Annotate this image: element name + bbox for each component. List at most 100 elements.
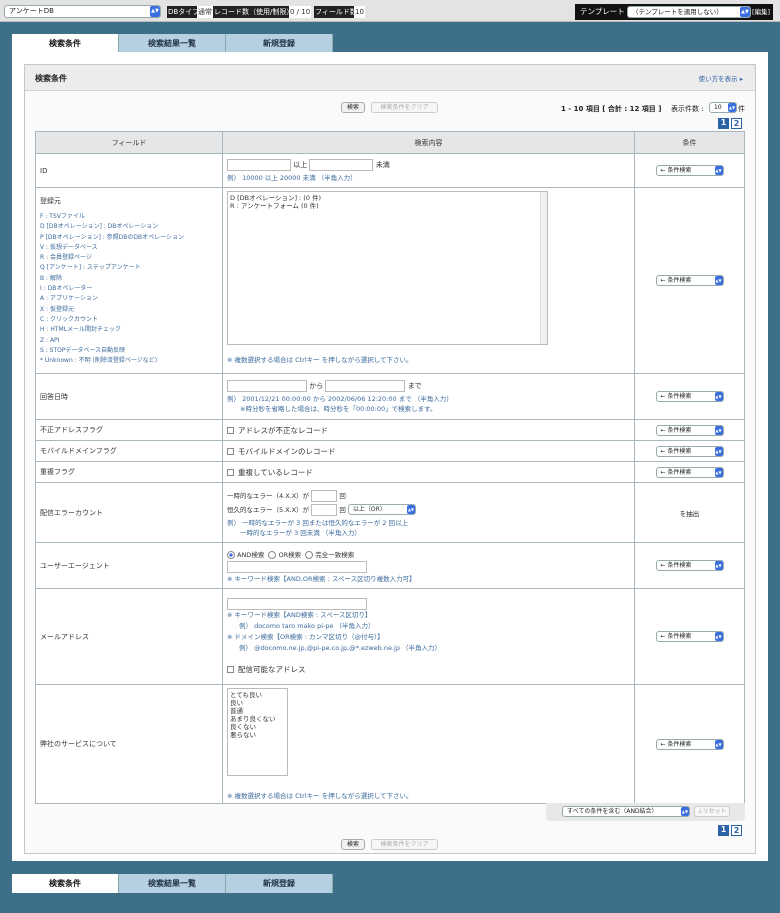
field-label-service: 弊社のサービスについて [35, 684, 223, 804]
condition-select[interactable]: ← 条件検索 ▲▼ [655, 275, 724, 286]
condition-select-value: ← 条件検索 [660, 468, 692, 476]
search-table: フィールド 検索内容 条件 ID 以上 未満 例） 10000 以上 20000… [35, 131, 745, 804]
help-link[interactable]: 使い方を表示 ▸ [699, 73, 743, 83]
service-option-4[interactable]: 良くない [230, 723, 285, 731]
display-count-select[interactable]: 10 ▲▼ [709, 102, 737, 113]
date-example: 例） 2001/12/21 00:00:00 から 2002/06/06 12:… [227, 395, 453, 403]
source-legend-6: B : 解除 [40, 274, 62, 282]
chevron-down-icon: ▲▼ [714, 561, 723, 570]
source-legend-2: P [DBオペレーション] : 参照DBのDBオペレーション [40, 233, 185, 241]
source-option-1[interactable]: R : アンケートフォーム (0 件) [230, 202, 545, 210]
source-option-0[interactable]: D [DBオペレーション] : (0 件) [230, 194, 545, 202]
duplicate-checkbox[interactable] [227, 469, 234, 476]
deliverable-address-checkbox[interactable] [227, 666, 234, 673]
search-button-bottom[interactable]: 検索 [341, 839, 365, 850]
database-select[interactable]: アンケートDB ▲▼ [4, 5, 161, 18]
and-search-radio[interactable] [227, 550, 235, 559]
record-count-value: 0 / 10 [289, 6, 312, 18]
id-from-input[interactable] [227, 159, 291, 171]
date-from-input[interactable] [227, 380, 307, 392]
duplicate-checkbox-label: 重複しているレコード [238, 467, 313, 477]
field-label-mobile-domain: モバイルドメインフラグ [35, 440, 223, 462]
page-2[interactable]: 2 [731, 118, 742, 129]
listbox-scrollbar[interactable] [540, 192, 547, 344]
condition-select-value: ← 条件検索 [660, 277, 692, 284]
condition-select[interactable]: ← 条件検索 ▲▼ [655, 391, 724, 402]
chevron-down-icon: ▲▼ [714, 392, 723, 401]
mail-example-1: 例） docomo taro mako pi-pe （半角入力） [239, 621, 375, 630]
template-edit-link[interactable]: [編集] [752, 6, 770, 18]
field-count-value: 10 [354, 6, 365, 18]
template-box: テンプレート （テンプレートを適用しない） ▲▼ [編集] [575, 4, 773, 20]
bounce-perm-input[interactable] [311, 503, 338, 516]
chevron-down-icon: ▲▼ [714, 276, 723, 285]
search-button[interactable]: 検索 [341, 102, 365, 113]
page-2-bottom[interactable]: 2 [731, 825, 742, 836]
tab-search-conditions[interactable]: 検索条件 [12, 34, 119, 53]
source-legend-1: D [DBオペレーション] : DBオペレーション [40, 223, 159, 231]
exact-match-radio[interactable] [305, 550, 314, 559]
service-option-1[interactable]: 良い [230, 699, 285, 707]
user-agent-input[interactable] [227, 560, 367, 573]
service-listbox[interactable]: とても良い 良い 普通 あまり良くない 良くない 悪らない [227, 688, 288, 776]
bounce-operator-select[interactable]: 以上（OR） ▲▼ [347, 504, 416, 515]
page-1-bottom[interactable]: 1 [718, 825, 729, 836]
id-to-input[interactable] [309, 159, 374, 171]
source-listbox[interactable]: D [DBオペレーション] : (0 件) R : アンケートフォーム (0 件… [227, 191, 548, 345]
reset-button[interactable]: ↓リセット [694, 806, 730, 817]
field-label-bounce: 配信エラーカウント [35, 482, 223, 543]
template-label: テンプレート [580, 7, 625, 16]
condition-select[interactable]: ← 条件検索 ▲▼ [655, 165, 724, 176]
date-to-input[interactable] [325, 380, 406, 392]
match-mode-select[interactable]: すべての条件を含む（AND結合） ▲▼ [562, 806, 690, 817]
chevron-down-icon: ▲▼ [714, 166, 723, 175]
panel-title: 検索条件 [35, 74, 67, 83]
source-legend-12: Z : API [40, 336, 60, 344]
chevron-down-icon: ▲▼ [714, 467, 723, 477]
match-mode-value: すべての条件を含む（AND結合） [567, 808, 658, 815]
condition-select-value: ← 条件検索 [660, 562, 692, 569]
or-search-label: OR検索 [278, 550, 302, 559]
mail-address-input[interactable] [227, 597, 367, 610]
table-row: モバイルドメインフラグ モバイルドメインのレコード ← 条件検索 ▲▼ [35, 440, 745, 462]
bottom-tabs: 検索条件 検索結果一覧 新規登録 [12, 874, 333, 893]
condition-select[interactable]: ← 条件検索 ▲▼ [655, 424, 724, 436]
tab-search-results[interactable]: 検索結果一覧 [119, 34, 226, 53]
bounce-example-1: 例） 一時的なエラーが 3 回または恒久的なエラーが 2 回以上 [227, 518, 409, 527]
pager-summary: 1 - 10 項目 [ 合計 : 12 項目 ] [561, 105, 662, 113]
field-label-invalid-address: 不正アドレスフラグ [35, 419, 223, 441]
chevron-down-icon: ▲▼ [406, 505, 415, 514]
or-search-radio[interactable] [268, 550, 277, 559]
source-legend-13: S : STOPデータベース自動反映 [40, 346, 126, 354]
tab-new-record-bottom[interactable]: 新規登録 [226, 874, 333, 893]
condition-select[interactable]: ← 条件検索 ▲▼ [655, 466, 724, 478]
condition-select[interactable]: ← 条件検索 ▲▼ [655, 560, 724, 571]
clear-button-bottom[interactable]: 検索条件をクリア [371, 839, 438, 850]
invalid-address-checkbox[interactable] [227, 427, 234, 434]
clear-button[interactable]: 検索条件をクリア [371, 102, 438, 113]
chevron-down-icon: ▲▼ [681, 807, 689, 816]
condition-select[interactable]: ← 条件検索 ▲▼ [655, 445, 724, 457]
header-condition: 条件 [634, 131, 745, 154]
db-type-label: DBタイプ [167, 6, 201, 18]
source-legend-14: * Unknown : 不明 (削除済登録ページなど) [40, 357, 158, 365]
condition-select[interactable]: ← 条件検索 ▲▼ [655, 631, 724, 642]
tab-search-conditions-bottom[interactable]: 検索条件 [12, 874, 119, 893]
service-option-2[interactable]: 普通 [230, 707, 285, 715]
field-count-label: フィールド数 [314, 6, 358, 18]
condition-select[interactable]: ← 条件検索 ▲▼ [655, 738, 724, 750]
service-option-3[interactable]: あまり良くない [230, 715, 285, 723]
mobile-domain-checkbox[interactable] [227, 448, 234, 455]
page-1[interactable]: 1 [718, 118, 729, 129]
source-note: ※ 複数選択する場合は Ctrlキー を押しながら選択して下さい。 [227, 356, 413, 364]
template-select[interactable]: （テンプレートを適用しない） ▲▼ [627, 6, 751, 18]
bounce-perm-unit: 回 [339, 505, 346, 514]
bounce-temp-input[interactable] [311, 489, 338, 502]
tab-new-record[interactable]: 新規登録 [226, 34, 333, 53]
service-option-0[interactable]: とても良い [230, 691, 285, 699]
tab-search-results-bottom[interactable]: 検索結果一覧 [119, 874, 226, 893]
field-label-user-agent: ユーザーエージェント [35, 542, 223, 589]
service-option-5[interactable]: 悪らない [230, 731, 285, 739]
chevron-down-icon: ▲▼ [728, 103, 736, 112]
source-legend-7: I : DBオペレーター [40, 285, 93, 293]
